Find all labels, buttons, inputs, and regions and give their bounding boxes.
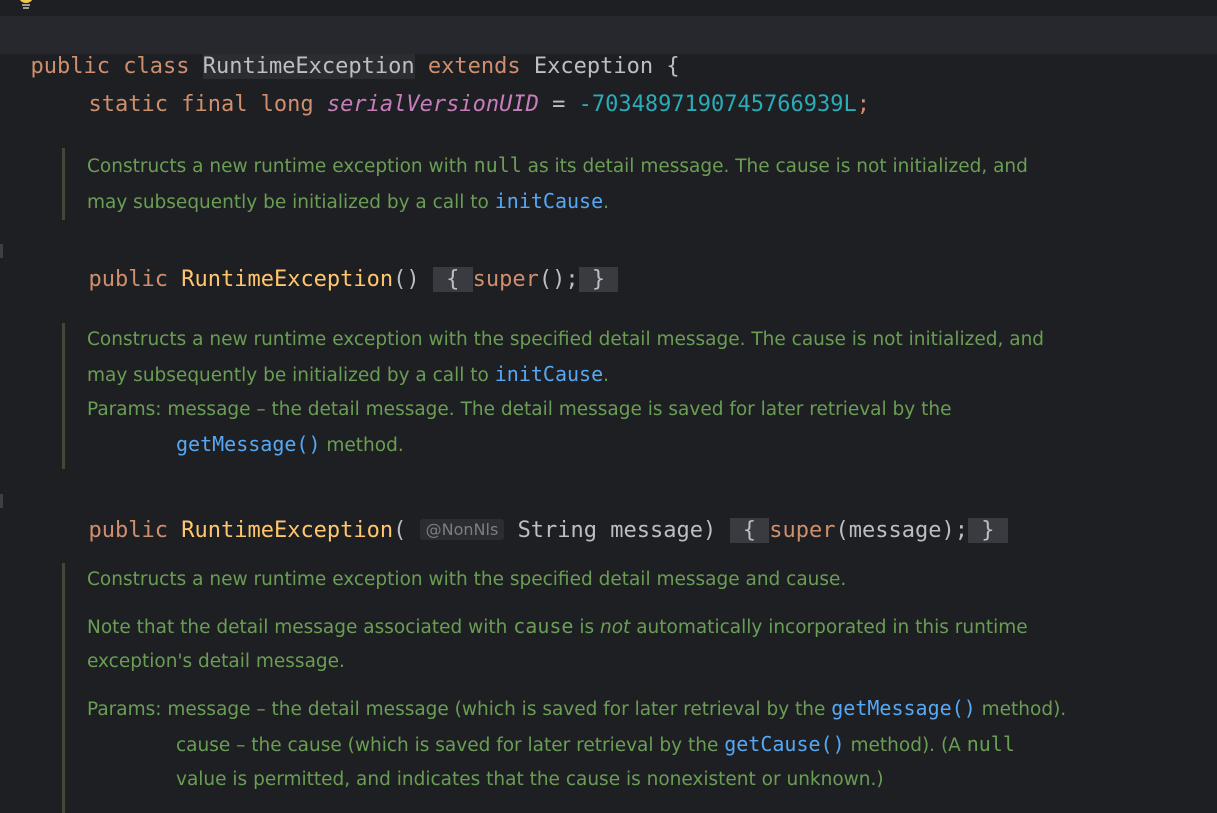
doc-text: . — [603, 365, 610, 386]
doc-emphasis: not — [600, 617, 631, 638]
folded-body-close[interactable]: } — [578, 267, 619, 292]
doc-text: Note that the detail message associated … — [87, 617, 514, 638]
doc-text: as its detail message. The cause is not … — [521, 156, 1028, 177]
doc-line: cause – the cause (which is saved for la… — [87, 727, 1066, 763]
params-label: Params: — [87, 699, 168, 720]
keyword-super: super — [472, 267, 539, 292]
doc-code-null: null — [966, 732, 1015, 756]
parameter-list: () — [393, 267, 420, 292]
fold-marker[interactable] — [0, 494, 3, 508]
field-value: -7034897190745766939L — [578, 92, 857, 117]
keyword-super: super — [769, 518, 836, 543]
constructor-name[interactable]: RuntimeException — [181, 267, 393, 292]
doc-line: Constructs a new runtime exception with … — [87, 329, 1045, 350]
doc-text: method). — [975, 699, 1067, 720]
doc-line: may subsequently be initialized by a cal… — [87, 357, 1044, 393]
field-name[interactable]: serialVersionUID — [327, 92, 539, 117]
folded-body-close[interactable]: } — [967, 518, 1008, 543]
doc-line: exception's detail message. — [87, 651, 345, 672]
doc-text: method). (A — [844, 735, 967, 756]
doc-link-getmessage[interactable]: getMessage() — [831, 696, 976, 720]
fold-marker[interactable] — [0, 244, 3, 258]
doc-code-null: null — [473, 153, 522, 177]
doc-params: Params: message – the detail message. Th… — [87, 393, 1044, 427]
doc-line: Constructs a new runtime exception with … — [87, 569, 847, 590]
javadoc-message-cause-constructor: Constructs a new runtime exception with … — [62, 563, 1066, 813]
param-message: message – the detail message. The detail… — [167, 399, 952, 420]
doc-line: Note that the detail message associated … — [87, 609, 1066, 645]
doc-link-initcause[interactable]: initCause — [495, 189, 603, 213]
constructor-name[interactable]: RuntimeException — [181, 518, 393, 543]
doc-link-getmessage[interactable]: getMessage() — [176, 432, 321, 456]
keyword-public: public — [88, 267, 168, 292]
nonnls-annotation-hint[interactable]: @NonNls — [419, 519, 505, 540]
doc-line: Constructs a new runtime exception with … — [87, 148, 1028, 184]
param-message: message – the detail message (which is s… — [167, 699, 832, 720]
doc-line: getMessage() method. — [87, 427, 1044, 463]
javadoc-default-constructor: Constructs a new runtime exception with … — [62, 148, 1028, 220]
call-args: (message); — [835, 518, 968, 543]
folded-body-open[interactable]: { — [729, 518, 770, 543]
open-brace: { — [742, 518, 756, 543]
doc-link-getcause[interactable]: getCause() — [724, 732, 844, 756]
field-declaration[interactable]: static final long serialVersionUID = -70… — [62, 60, 871, 120]
semicolon: ; — [856, 92, 870, 117]
folded-body-open[interactable]: { — [432, 267, 473, 292]
lightbulb-icon[interactable] — [15, 0, 37, 10]
params-label: Params: — [87, 399, 168, 420]
doc-text: is — [573, 617, 600, 638]
doc-text: automatically incorporated in this runti… — [630, 617, 1028, 638]
doc-params: Params: message – the detail message (wh… — [87, 691, 1066, 727]
keyword-public: public — [88, 518, 168, 543]
doc-text: Constructs a new runtime exception with — [87, 156, 474, 177]
parameter-list: String message) — [517, 518, 717, 543]
default-constructor[interactable]: public RuntimeException() { super(); } — [62, 235, 619, 295]
open-brace: { — [446, 267, 460, 292]
open-paren: ( — [393, 518, 407, 543]
param-cause: cause – the cause (which is saved for la… — [176, 735, 725, 756]
doc-text: may subsequently be initialized by a cal… — [87, 365, 495, 386]
message-constructor[interactable]: public RuntimeException( @NonNls String … — [62, 485, 1008, 546]
close-brace: } — [981, 518, 995, 543]
doc-text: method. — [320, 435, 404, 456]
doc-text: . — [603, 192, 610, 213]
field-modifiers: static final long — [88, 92, 314, 117]
assign-operator: = — [538, 92, 579, 117]
doc-link-initcause[interactable]: initCause — [495, 362, 603, 386]
call-args: (); — [538, 267, 579, 292]
javadoc-message-constructor: Constructs a new runtime exception with … — [62, 323, 1044, 469]
close-brace: } — [591, 267, 606, 292]
doc-line: value is permitted, and indicates that t… — [176, 769, 884, 790]
doc-code-cause: cause — [513, 614, 574, 638]
doc-line: may subsequently be initialized by a cal… — [87, 184, 1028, 220]
doc-text: may subsequently be initialized by a cal… — [87, 192, 495, 213]
